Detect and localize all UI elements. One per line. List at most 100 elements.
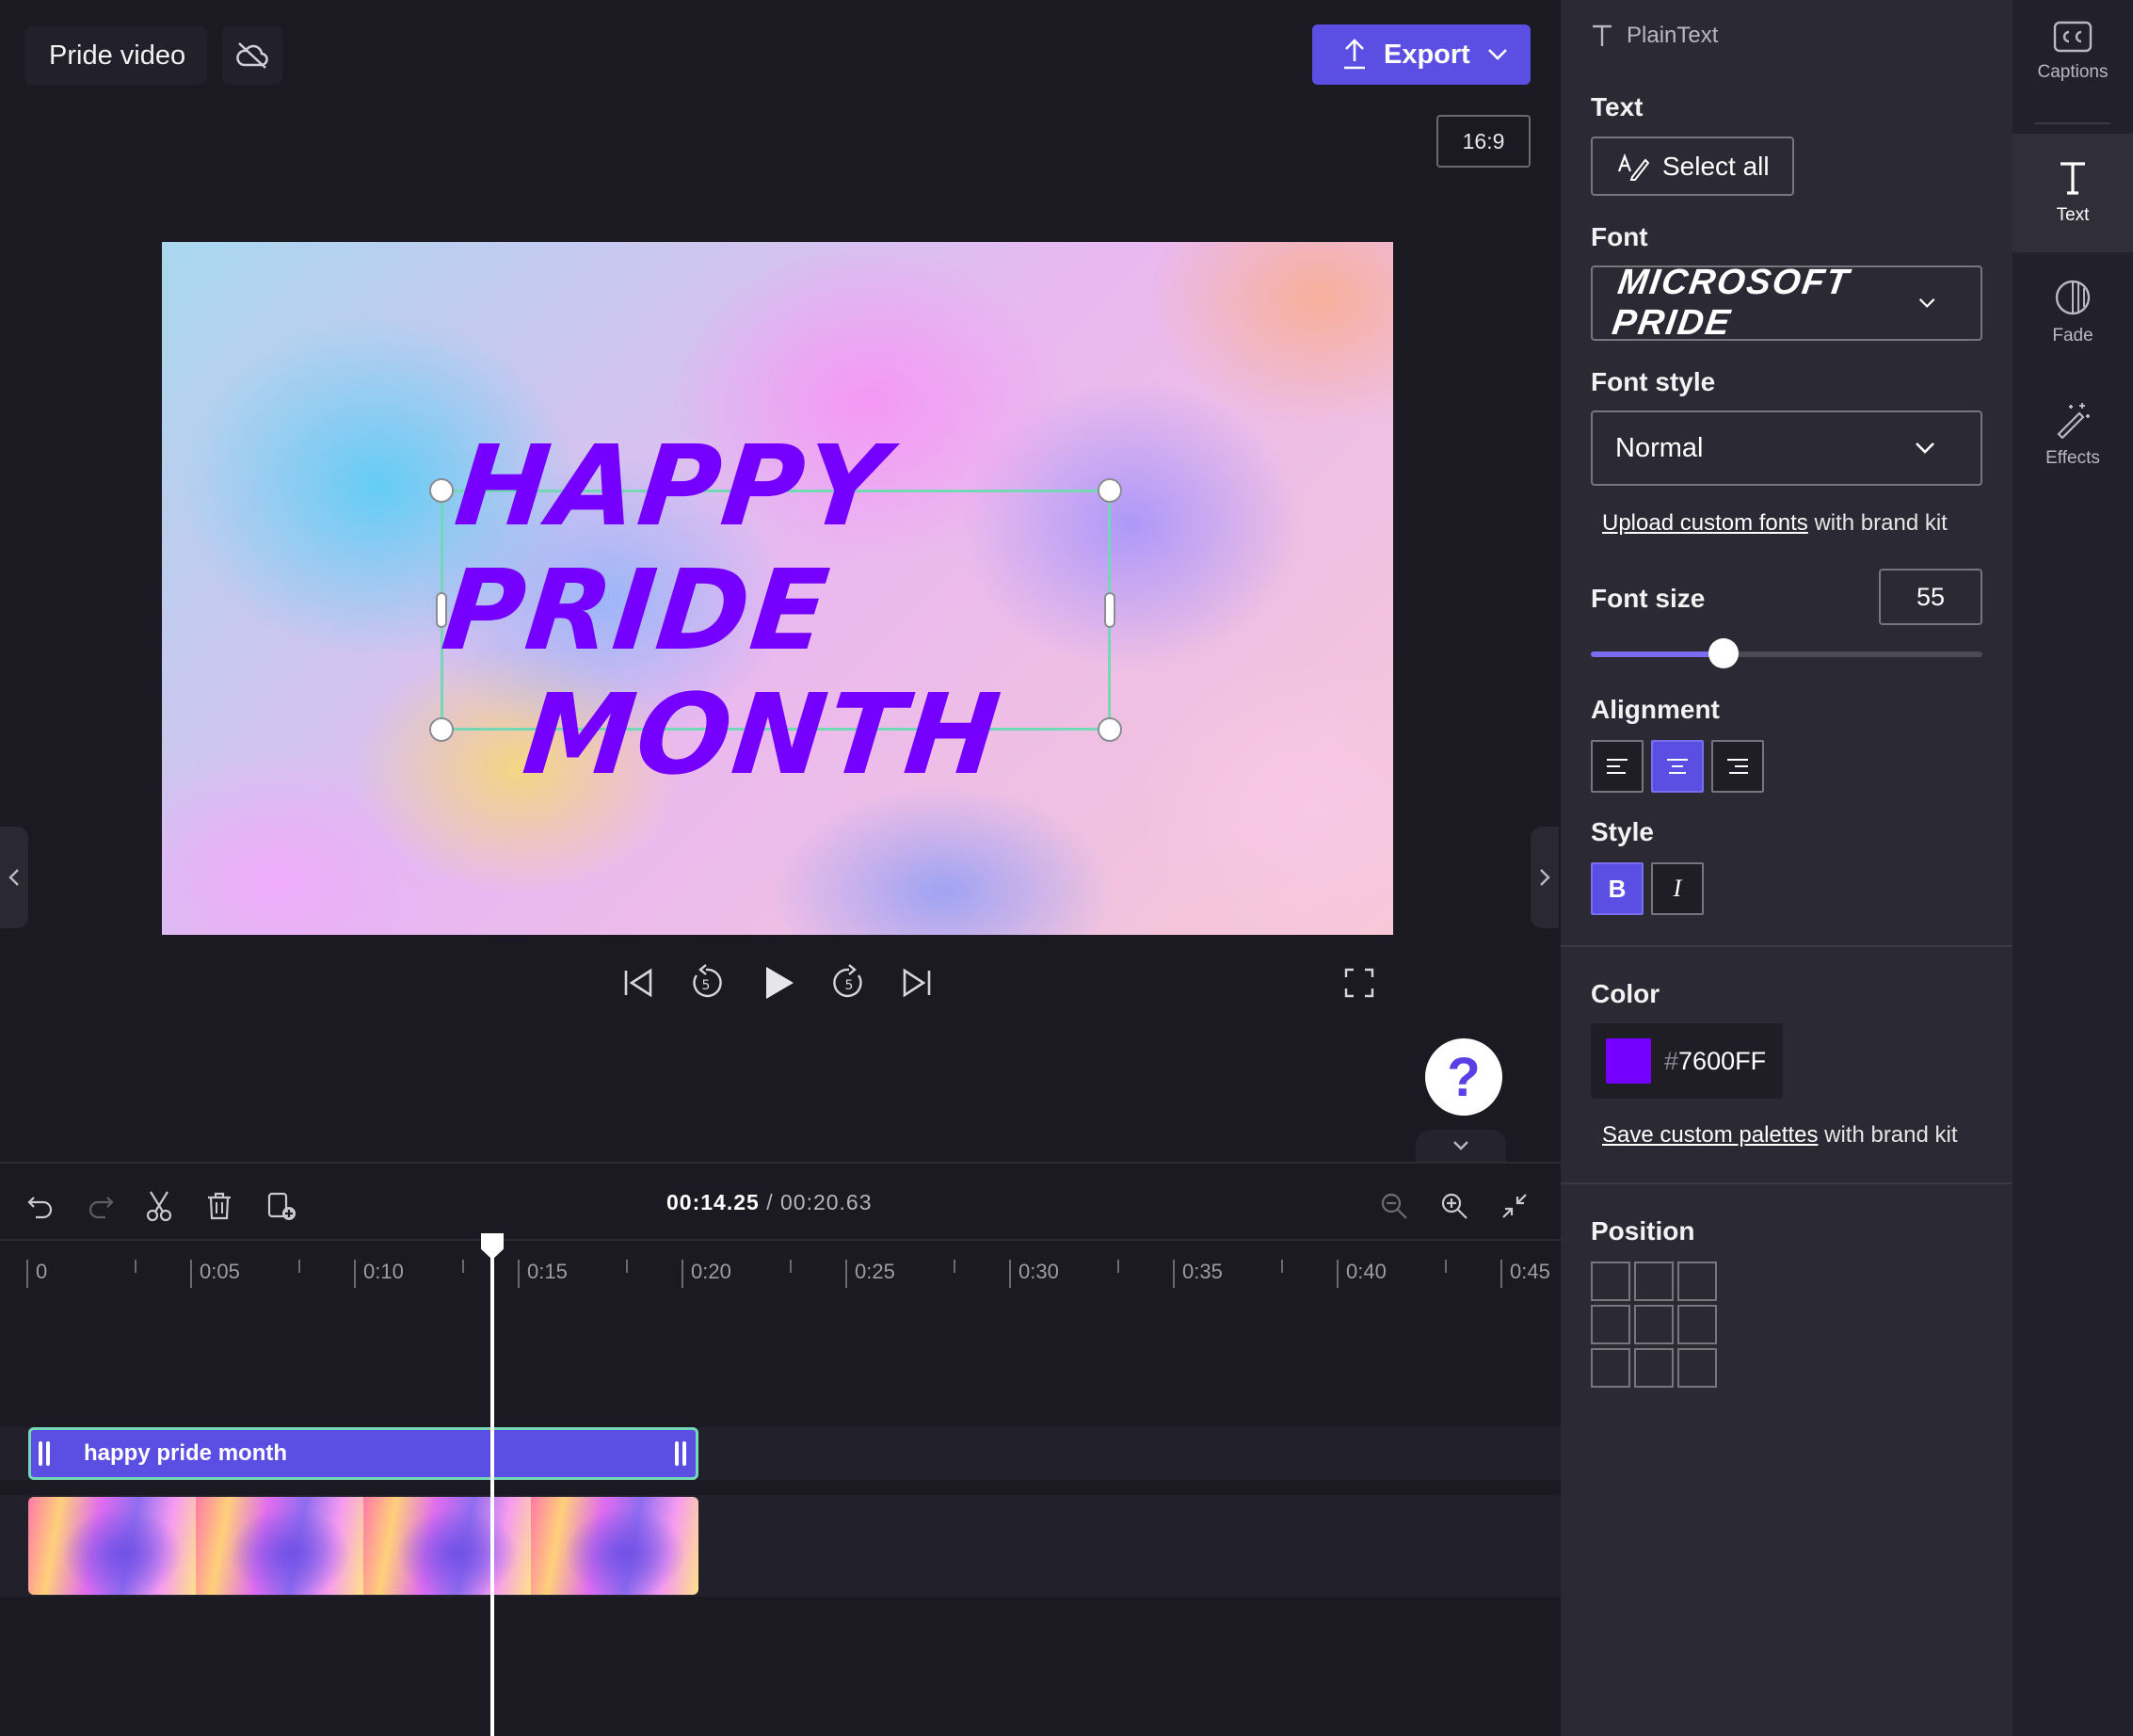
select-text-icon <box>1617 153 1649 181</box>
play-button[interactable] <box>753 956 806 1009</box>
position-center[interactable] <box>1634 1305 1674 1344</box>
align-left-button[interactable] <box>1591 740 1644 793</box>
rewind-5-button[interactable]: 5 <box>680 956 732 1009</box>
text-overlay[interactable]: HAPPY PRIDE MONTH <box>431 421 1120 799</box>
resize-handle-left[interactable] <box>436 592 447 628</box>
fullscreen-icon <box>1344 968 1374 998</box>
playhead-line[interactable] <box>490 1239 494 1736</box>
help-button[interactable]: ? <box>1425 1038 1502 1116</box>
ruler-minor-tick <box>462 1260 464 1273</box>
font-size-slider-fill <box>1591 651 1724 657</box>
fade-icon <box>2055 280 2091 315</box>
font-size-section-label: Font size <box>1591 584 1706 613</box>
resize-handle-top-left[interactable] <box>429 478 454 503</box>
bold-button[interactable]: B <box>1591 862 1644 915</box>
aspect-ratio-button[interactable]: 16:9 <box>1436 115 1531 168</box>
resize-handle-top-right[interactable] <box>1098 478 1122 503</box>
trash-icon <box>208 1192 231 1220</box>
undo-button[interactable] <box>17 1182 64 1230</box>
upload-custom-fonts-link[interactable]: Upload custom fonts <box>1602 510 1808 536</box>
ruler-minor-tick <box>1117 1260 1119 1273</box>
position-section-label: Position <box>1591 1216 1695 1246</box>
select-all-button[interactable]: Select all <box>1591 137 1794 196</box>
position-top-left[interactable] <box>1591 1262 1630 1301</box>
skip-to-end-button[interactable] <box>890 956 943 1009</box>
align-right-button[interactable] <box>1711 740 1764 793</box>
forward-5-icon: 5 <box>833 964 862 998</box>
rail-text-button[interactable]: Text <box>2013 134 2133 252</box>
font-size-slider-thumb[interactable] <box>1708 638 1740 668</box>
svg-text:5: 5 <box>845 978 854 993</box>
font-dropdown[interactable]: MICROSOFT PRIDE <box>1591 263 1982 343</box>
video-preview[interactable]: HAPPY PRIDE MONTH <box>162 242 1393 935</box>
forward-5-button[interactable]: 5 <box>823 956 875 1009</box>
collapse-timeline-button[interactable] <box>1416 1130 1506 1162</box>
timeline-ruler[interactable]: 0 0:05 0:10 0:15 0:20 0:25 0:30 0:35 0:40 0:45 <box>0 1239 1561 1297</box>
cloud-sync-off-button[interactable] <box>222 26 282 85</box>
font-dropdown-value: MICROSOFT PRIDE <box>1610 263 1853 343</box>
resize-handle-bottom-left[interactable] <box>429 717 454 742</box>
alignment-section-label: Alignment <box>1591 695 1720 724</box>
undo-icon <box>27 1197 53 1219</box>
align-center-button[interactable] <box>1651 740 1704 793</box>
font-size-input[interactable]: 55 <box>1879 569 1982 625</box>
italic-button[interactable]: I <box>1651 862 1704 915</box>
left-panel-toggle[interactable] <box>0 827 28 928</box>
split-button[interactable] <box>136 1182 183 1230</box>
font-style-value: Normal <box>1615 432 1704 463</box>
fit-timeline-button[interactable] <box>1491 1182 1538 1230</box>
text-clip-label: happy pride month <box>84 1440 287 1466</box>
clip-thumbnail <box>531 1497 698 1595</box>
position-top-right[interactable] <box>1677 1262 1717 1301</box>
color-picker[interactable]: #7600FF <box>1591 1023 1783 1099</box>
align-center-icon <box>1667 759 1688 774</box>
position-middle-left[interactable] <box>1591 1305 1630 1344</box>
font-style-dropdown[interactable]: Normal <box>1591 410 1982 486</box>
redo-button[interactable] <box>77 1182 124 1230</box>
zoom-in-button[interactable] <box>1431 1182 1478 1230</box>
fullscreen-button[interactable] <box>1333 956 1386 1009</box>
ruler-label: 0:25 <box>855 1260 895 1283</box>
position-bottom-center[interactable] <box>1634 1348 1674 1388</box>
delete-button[interactable] <box>196 1182 243 1230</box>
position-top-center[interactable] <box>1634 1262 1674 1301</box>
position-bottom-left[interactable] <box>1591 1348 1630 1388</box>
export-label: Export <box>1384 39 1470 70</box>
font-size-slider[interactable] <box>1591 638 1982 668</box>
save-palettes-suffix: with brand kit <box>1818 1122 1958 1148</box>
text-clip[interactable]: happy pride month <box>28 1427 698 1480</box>
current-time: 00:14.25 <box>666 1190 760 1214</box>
export-button[interactable]: Export <box>1312 24 1531 85</box>
clip-trim-handle-right[interactable] <box>675 1441 688 1466</box>
clip-trim-handle-left[interactable] <box>39 1441 52 1466</box>
zoom-out-button[interactable] <box>1371 1182 1418 1230</box>
rail-effects-button[interactable]: Effects <box>2013 401 2133 495</box>
resize-handle-right[interactable] <box>1104 592 1115 628</box>
font-section-label: Font <box>1591 222 1648 251</box>
ruler-label: 0:45 <box>1510 1260 1550 1283</box>
redo-icon <box>88 1197 114 1219</box>
upload-fonts-line: Upload custom fonts with brand kit <box>1602 510 1948 537</box>
scissors-icon <box>146 1191 172 1222</box>
play-icon <box>766 967 794 999</box>
rail-captions-label: Captions <box>2037 62 2109 82</box>
position-bottom-right[interactable] <box>1677 1348 1717 1388</box>
skip-to-start-button[interactable] <box>612 956 665 1009</box>
right-panel-toggle[interactable] <box>1531 827 1559 928</box>
rail-fade-button[interactable]: Fade <box>2013 279 2133 373</box>
color-swatch <box>1606 1038 1651 1084</box>
duplicate-button[interactable] <box>258 1182 305 1230</box>
ruler-major-tick <box>518 1260 520 1288</box>
position-middle-right[interactable] <box>1677 1305 1717 1344</box>
style-section-label: Style <box>1591 817 1654 846</box>
text-overlay-selection[interactable]: HAPPY PRIDE MONTH <box>429 421 1122 799</box>
project-title[interactable]: Pride video <box>24 26 207 85</box>
video-clip[interactable] <box>28 1497 698 1595</box>
ruler-minor-tick <box>135 1260 136 1273</box>
save-palettes-line: Save custom palettes with brand kit <box>1602 1122 1958 1149</box>
ruler-label: 0:15 <box>527 1260 568 1283</box>
align-left-icon <box>1607 759 1628 774</box>
save-custom-palettes-link[interactable]: Save custom palettes <box>1602 1122 1818 1148</box>
rail-captions-button[interactable]: Captions <box>2013 21 2133 115</box>
resize-handle-bottom-right[interactable] <box>1098 717 1122 742</box>
